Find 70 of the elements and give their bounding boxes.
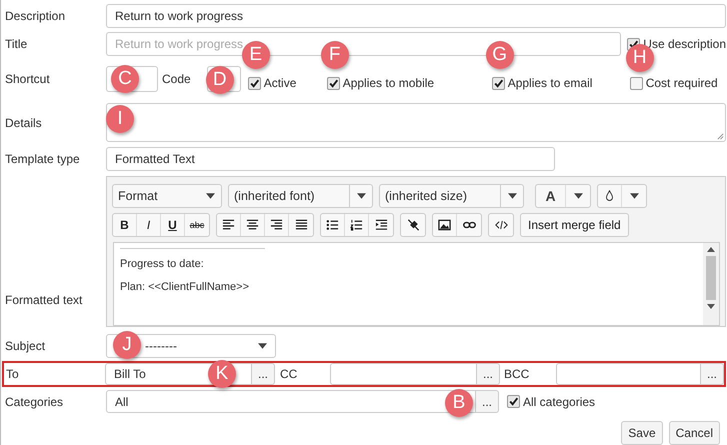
checkbox[interactable] bbox=[326, 76, 340, 90]
field-label: CC bbox=[280, 367, 298, 381]
resize-grip-icon[interactable] bbox=[717, 133, 724, 140]
caret-icon bbox=[258, 343, 267, 349]
indent-icon bbox=[374, 219, 388, 231]
callout-tooltip: D bbox=[206, 66, 234, 94]
text-color-button[interactable]: A bbox=[536, 185, 566, 207]
eraser-icon bbox=[406, 219, 420, 231]
template-type-field[interactable]: Formatted Text bbox=[106, 147, 555, 171]
field-label: Formatted text bbox=[4, 293, 84, 307]
browse-button[interactable]: ... bbox=[701, 363, 724, 385]
browse-button[interactable]: ... bbox=[477, 363, 500, 385]
numbered-list-icon bbox=[350, 219, 363, 231]
browse-button[interactable]: ... bbox=[476, 390, 499, 413]
toolbar-dropdown[interactable]: (inherited size) bbox=[379, 184, 524, 208]
form-button[interactable]: Cancel bbox=[668, 421, 720, 445]
caret-icon bbox=[508, 193, 516, 199]
image-icon bbox=[438, 219, 451, 231]
field-label: Subject bbox=[4, 339, 46, 353]
format-button[interactable]: I bbox=[137, 214, 161, 236]
scrollbar[interactable] bbox=[703, 243, 719, 325]
caret-icon bbox=[356, 193, 366, 199]
format-button[interactable]: abc bbox=[185, 214, 209, 236]
toolbar-dropdown[interactable]: Format bbox=[112, 184, 222, 208]
callout-tooltip: B bbox=[445, 389, 473, 417]
checkbox-label: Active bbox=[264, 76, 296, 90]
field-label: Code bbox=[162, 72, 191, 86]
align-icon bbox=[222, 219, 235, 231]
field-label: Details bbox=[4, 116, 43, 130]
code-icon bbox=[494, 219, 508, 231]
scroll-up-icon[interactable] bbox=[707, 247, 715, 252]
insert-merge-field-button[interactable]: Insert merge field bbox=[520, 213, 629, 237]
caret-icon bbox=[630, 193, 638, 199]
checkbox-label: Applies to mobile bbox=[342, 76, 434, 90]
format-button[interactable]: U bbox=[161, 214, 185, 236]
callout-tooltip: K bbox=[208, 360, 236, 388]
drop-icon bbox=[603, 190, 616, 202]
align-icon bbox=[246, 219, 259, 231]
field-label: Categories bbox=[4, 394, 64, 408]
checkbox-label: All categories bbox=[523, 394, 596, 408]
details-field[interactable] bbox=[106, 103, 726, 142]
checkbox[interactable] bbox=[507, 395, 520, 408]
checkbox-label: Applies to email bbox=[508, 76, 592, 90]
checkbox[interactable] bbox=[248, 76, 261, 90]
editor-content-area[interactable]: Progress to date: Plan: <<ClientFullName>> bbox=[113, 242, 720, 326]
field-label: Shortcut bbox=[4, 72, 51, 86]
scroll-down-icon[interactable] bbox=[707, 304, 715, 309]
format-button[interactable]: B bbox=[113, 214, 137, 236]
toolbar-dropdown[interactable]: (inherited font) bbox=[228, 184, 373, 208]
checkbox[interactable] bbox=[630, 76, 643, 90]
description-field[interactable]: Return to work progress bbox=[106, 4, 726, 28]
bullet-list-icon bbox=[326, 219, 339, 231]
caret-icon bbox=[206, 193, 214, 199]
recipient-field[interactable] bbox=[556, 363, 701, 385]
field-label: BCC bbox=[504, 367, 530, 381]
field-label: Title bbox=[4, 37, 28, 51]
field-label: To bbox=[6, 367, 20, 381]
form-button[interactable]: Save bbox=[621, 421, 663, 445]
caret-icon bbox=[574, 193, 582, 199]
paragraph-text: Progress to date: bbox=[120, 258, 205, 270]
align-icon bbox=[294, 219, 308, 231]
recipient-field[interactable] bbox=[330, 363, 477, 385]
field-label: Description bbox=[4, 9, 66, 23]
paragraph-text: Plan: <<ClientFullName>> bbox=[120, 281, 250, 293]
checkbox-label: Cost required bbox=[646, 76, 718, 90]
link-icon bbox=[462, 219, 476, 231]
align-icon bbox=[270, 219, 283, 231]
checkbox[interactable] bbox=[492, 76, 505, 90]
browse-button[interactable]: ... bbox=[252, 363, 275, 385]
field-label: Template type bbox=[4, 152, 81, 166]
